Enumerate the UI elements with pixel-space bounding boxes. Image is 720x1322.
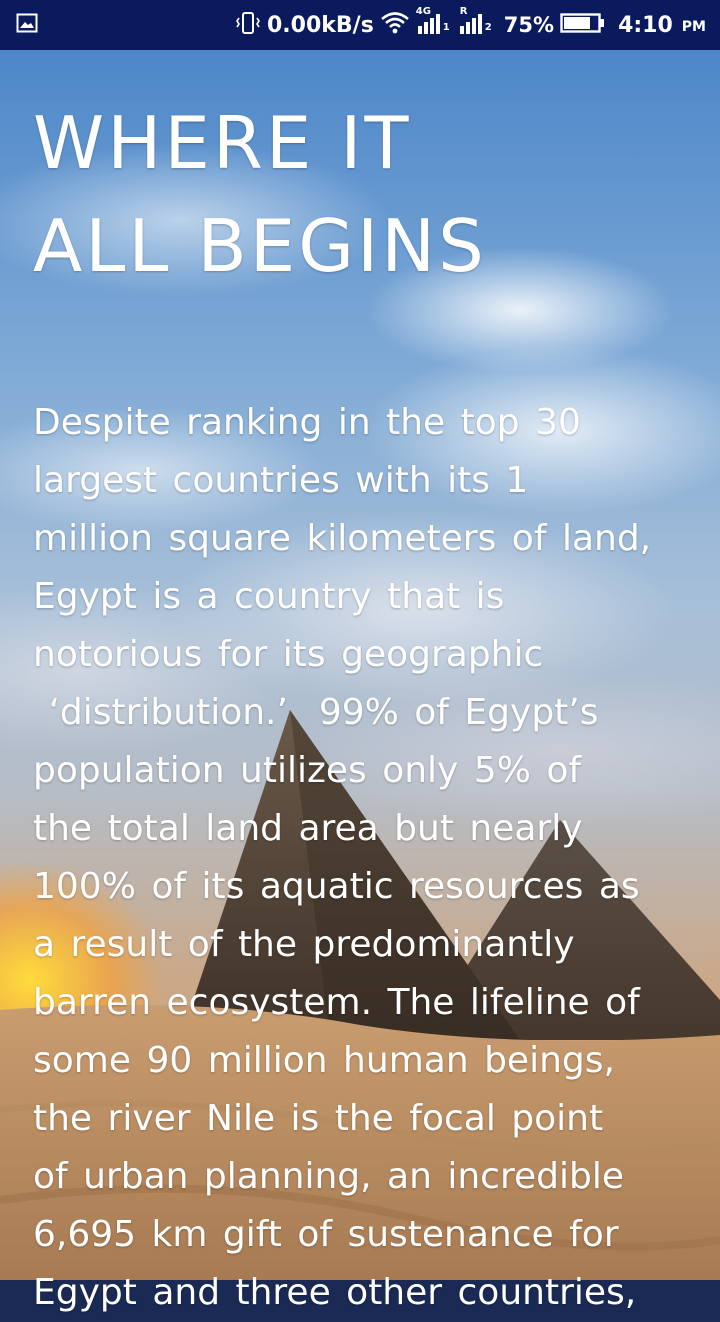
- sim-1-label: 1: [442, 22, 450, 33]
- wifi-icon: [380, 11, 410, 39]
- signal-icon: 4G 1: [416, 6, 452, 40]
- clock: 4:10: [618, 12, 673, 38]
- network-type-1: 4G: [415, 6, 431, 17]
- vibrate-icon: [235, 10, 261, 40]
- data-speed: 0.00kB/s: [266, 12, 374, 38]
- battery-icon: [560, 12, 606, 38]
- signal-icon: R 2: [458, 6, 494, 40]
- page-title: WHERE IT ALL BEGINS: [33, 92, 713, 298]
- gallery-notification-icon: [16, 13, 38, 37]
- title-line-2: ALL BEGINS: [33, 204, 487, 288]
- status-bar: 0.00kB/s 4G 1 R 2 75% 4:10 PM: [0, 0, 720, 50]
- article-body: Despite ranking in the top 30 largest co…: [33, 402, 652, 1313]
- network-type-2: R: [459, 6, 468, 17]
- article: WHERE IT ALL BEGINS Despite ranking in t…: [33, 92, 713, 1322]
- clock-ampm: PM: [681, 19, 706, 35]
- battery-percent: 75%: [503, 13, 555, 37]
- sim-2-label: 2: [484, 22, 492, 33]
- title-line-1: WHERE IT: [33, 101, 412, 185]
